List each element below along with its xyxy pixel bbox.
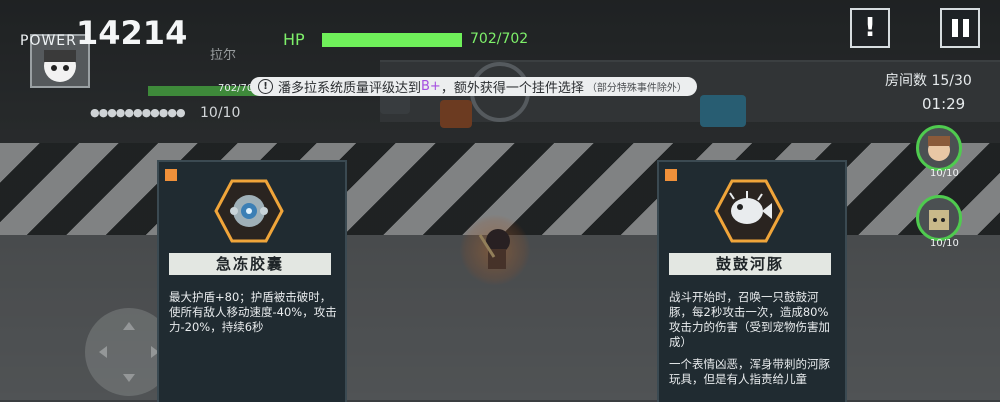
info-icon: ! <box>258 79 273 94</box>
room-count-label: 房间数 <box>885 73 927 89</box>
alert-button[interactable]: ! <box>850 8 890 48</box>
hp-bar <box>322 33 462 47</box>
ammo-count: 10/10 <box>200 105 241 121</box>
hp-value: 702/702 <box>470 31 529 47</box>
card-title: 鼓鼓河豚 <box>669 253 831 275</box>
quality-notice-banner: ! 潘多拉系统质量评级达到 B+ ，额外获得一个挂件选择 （部分特殊事件除外） <box>250 77 697 96</box>
notice-note: （部分特殊事件除外） <box>586 83 687 94</box>
rarity-marker <box>165 169 177 181</box>
hp-label: HP <box>283 30 305 49</box>
ally-girl-icon <box>928 136 950 161</box>
card-description: 战斗开始时，召唤一只鼓鼓河豚，每2秒攻击一次，造成80%攻击力的伤害（受到宠物伤… <box>669 290 830 349</box>
pufferfish-icon <box>714 179 784 243</box>
power-label: POWER <box>20 33 77 49</box>
room-count: 房间数 15/30 <box>885 70 972 90</box>
room-count-value: 15/30 <box>931 73 972 89</box>
notice-prefix: 潘多拉系统质量评级达到 <box>278 81 422 96</box>
notice-grade: B+ <box>421 79 441 94</box>
hp-bar-fill <box>322 33 462 47</box>
pendant-card-pufferfish[interactable]: 鼓鼓河豚 战斗开始时，召唤一只鼓鼓河豚，每2秒攻击一次，造成80%攻击力的伤害（… <box>657 160 847 402</box>
exclamation-icon: ! <box>864 13 876 43</box>
power-value: 14214 <box>76 14 188 52</box>
card-title: 急冻胶囊 <box>169 253 331 275</box>
room-timer: 01:29 <box>922 95 966 113</box>
ally-level-1: 10/10 <box>930 168 959 179</box>
top-hud: POWER 14214 HP 702/702 ! <box>0 0 1000 60</box>
card-description: 最大护盾+80；护盾被击破时，使所有敌人移动速度-40%，攻击力-20%，持续6… <box>169 290 337 334</box>
ally-portrait-2[interactable] <box>916 195 962 241</box>
ally-level-2: 10/10 <box>930 238 959 249</box>
ammo-dots: ●●●●●●●●●●● <box>90 106 186 119</box>
rarity-marker <box>665 169 677 181</box>
notice-suffix: ，额外获得一个挂件选择 <box>440 81 584 96</box>
card-lore: 一个表情凶恶，浑身带刺的河豚玩具，但是有人指责给儿童 <box>669 357 830 386</box>
pause-icon <box>951 19 969 37</box>
ally-portrait-1[interactable] <box>916 125 962 171</box>
pendant-card-frozen-capsule[interactable]: 急冻胶囊 最大护盾+80；护盾被击破时，使所有敌人移动速度-40%，攻击力-20… <box>157 160 347 402</box>
frozen-capsule-icon <box>214 179 284 243</box>
ally-robot-icon <box>929 210 949 230</box>
pause-button[interactable] <box>940 8 980 48</box>
